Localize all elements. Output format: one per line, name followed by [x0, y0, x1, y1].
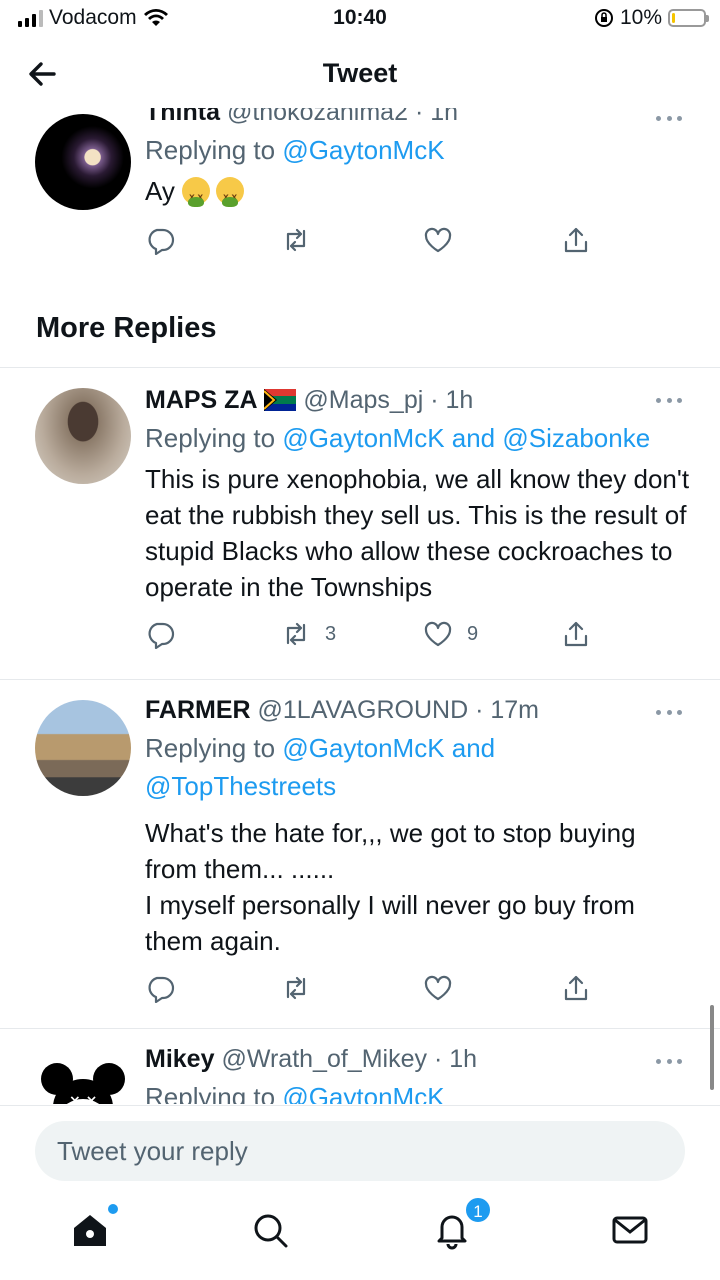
battery-percent: 10%	[619, 6, 662, 29]
share-button[interactable]	[561, 973, 591, 1003]
tweet-text: This is pure xenophobia, we all know the…	[145, 464, 690, 602]
like-button[interactable]: 9	[423, 619, 478, 649]
user-handle: @Wrath_of_Mikey	[221, 1045, 427, 1073]
replying-prefix: Replying to	[145, 135, 276, 165]
avatar[interactable]	[35, 114, 131, 210]
retweet-icon	[286, 228, 306, 252]
share-button[interactable]	[561, 225, 591, 255]
tweet[interactable]: MAPS ZA @Maps_pj · 1h Replying to @Gayto…	[0, 368, 720, 680]
tweet-time: · 17m	[475, 696, 539, 724]
more-options-icon[interactable]	[656, 1059, 682, 1067]
more-options-icon[interactable]	[656, 710, 682, 718]
display-name[interactable]: Thinta	[145, 108, 220, 126]
replying-to: Replying to @GaytonMcK	[145, 1078, 690, 1104]
bottom-tab-bar: 1	[0, 1190, 720, 1280]
share-button[interactable]	[561, 619, 591, 649]
reply-input[interactable]	[35, 1121, 685, 1181]
more-replies-heading: More Replies	[0, 288, 720, 368]
tweet-time: · 1h	[433, 1045, 478, 1073]
like-button[interactable]	[423, 973, 453, 1003]
display-name[interactable]: Mikey	[145, 1045, 214, 1073]
retweet-count: 3	[325, 622, 337, 645]
retweet-button[interactable]	[281, 225, 311, 255]
tweet-header: MAPS ZA @Maps_pj · 1h	[145, 386, 690, 415]
status-right: 10%	[594, 6, 709, 30]
tweet[interactable]: FARMER @1LAVAGROUND · 17m Replying to @G…	[0, 680, 720, 1029]
tab-search[interactable]	[250, 1210, 294, 1254]
tweet[interactable]: Thinta @thokozanima2 · 1h Replying to @G…	[0, 108, 720, 288]
replying-prefix: Replying to	[145, 733, 276, 763]
avatar[interactable]	[35, 388, 131, 484]
tab-notifications[interactable]: 1	[432, 1196, 492, 1254]
display-name[interactable]: FARMER	[145, 696, 251, 724]
retweet-button[interactable]	[281, 973, 311, 1003]
like-count: 9	[467, 622, 479, 645]
page-title: Tweet	[322, 58, 398, 88]
display-name[interactable]: MAPS ZA	[145, 386, 258, 414]
home-icon	[74, 1215, 106, 1246]
reply-button[interactable]	[145, 225, 175, 255]
tweet-time: · 1h	[414, 108, 459, 126]
user-handle: @Maps_pj	[303, 386, 424, 414]
mention-link[interactable]: @GaytonMcK	[282, 135, 444, 165]
tweet-actions	[145, 225, 690, 275]
battery-icon	[668, 9, 709, 27]
user-handle: @1LAVAGROUND	[257, 696, 469, 724]
new-content-dot	[108, 1204, 118, 1214]
comment-icon	[148, 228, 175, 255]
retweet-button[interactable]: 3	[281, 619, 336, 649]
replies-feed[interactable]: Thinta @thokozanima2 · 1h Replying to @G…	[0, 108, 720, 1104]
reply-button[interactable]	[145, 973, 175, 1003]
comment-icon	[148, 976, 175, 1003]
tweet-header: Thinta @thokozanima2 · 1h	[145, 108, 690, 127]
replying-to: Replying to @GaytonMcK	[145, 131, 690, 169]
south-africa-flag-icon	[263, 389, 297, 411]
retweet-icon	[286, 622, 306, 646]
retweet-icon	[286, 976, 306, 1000]
search-icon	[254, 1214, 288, 1248]
tweet-text: What's the hate for,,, we got to stop bu…	[145, 818, 636, 956]
replying-prefix: Replying to	[145, 1082, 276, 1104]
avatar[interactable]: × ×	[35, 1049, 131, 1104]
heart-icon	[424, 975, 452, 1001]
nauseated-face-emoji-icon	[182, 177, 211, 216]
status-bar: Vodacom 10:40 10%	[0, 0, 720, 38]
like-button[interactable]	[423, 225, 453, 255]
tweet-header: Mikey @Wrath_of_Mikey · 1h	[145, 1045, 690, 1074]
replying-to: Replying to @GaytonMcK and @Sizabonke	[145, 419, 690, 457]
replying-to: Replying to @GaytonMcK and @TopThestreet…	[145, 729, 565, 805]
tab-messages[interactable]	[610, 1210, 654, 1254]
tweet-time: · 1h	[430, 386, 474, 414]
replying-prefix: Replying to	[145, 423, 276, 453]
app-header: Tweet	[0, 40, 720, 108]
share-icon	[564, 621, 588, 647]
tweet-header: FARMER @1LAVAGROUND · 17m	[145, 696, 690, 725]
mention-link[interactable]: @GaytonMcK	[282, 1082, 444, 1104]
tweet-actions	[145, 973, 690, 1023]
battery-level	[672, 13, 675, 23]
tweet-actions: 3 9	[145, 619, 690, 669]
heart-icon	[424, 621, 452, 647]
more-options-icon[interactable]	[656, 398, 682, 406]
rotation-lock-icon	[594, 9, 613, 27]
mention-link[interactable]: @GaytonMcK and @Sizabonke	[282, 423, 650, 453]
tweet-text-content: Ay	[145, 176, 175, 206]
share-icon	[564, 227, 588, 253]
user-handle: @thokozanima2	[226, 108, 408, 126]
reply-button[interactable]	[145, 619, 175, 649]
nauseated-face-emoji-icon	[216, 177, 245, 216]
comment-icon	[148, 622, 175, 649]
avatar[interactable]	[35, 700, 131, 796]
tweet-text: Ay	[145, 173, 690, 216]
mickey-avatar-icon: × ×	[41, 1063, 125, 1104]
tab-home[interactable]	[70, 1204, 118, 1254]
envelope-icon	[612, 1216, 648, 1244]
share-icon	[564, 975, 588, 1001]
svg-text:× ×: × ×	[69, 1093, 97, 1104]
notifications-badge: 1	[464, 1196, 492, 1224]
reply-composer	[0, 1105, 720, 1190]
heart-icon	[424, 227, 452, 253]
scrollbar[interactable]	[710, 1005, 714, 1090]
tweet[interactable]: × × Mikey @Wrath_of_Mikey · 1h Replying …	[0, 1029, 720, 1104]
